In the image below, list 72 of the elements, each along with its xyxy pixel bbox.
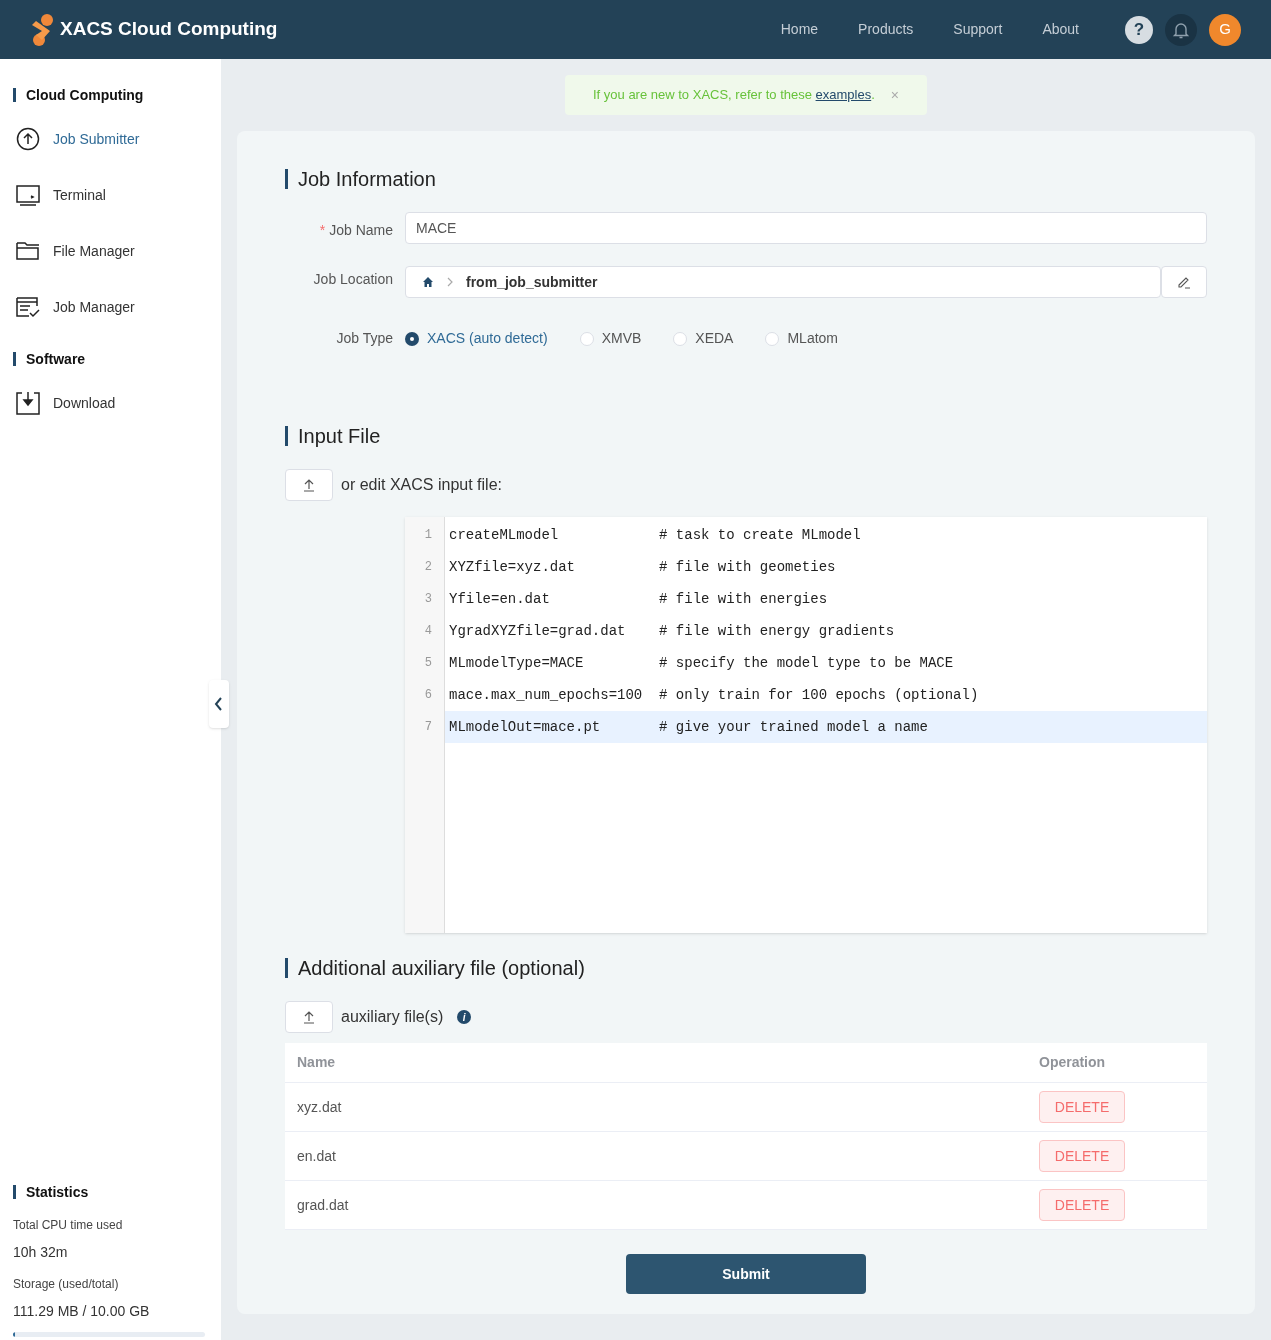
brand-name: XACS Cloud Computing — [60, 17, 278, 42]
stat-value: 10h 32m — [13, 1243, 69, 1262]
line-number: 4 — [423, 623, 433, 640]
line-number: 1 — [423, 527, 433, 544]
notice-text: If you are new to XACS, refer to these examples. — [593, 86, 875, 105]
nav-link[interactable]: Products — [858, 19, 914, 40]
stat-label: Total CPU time used — [13, 1217, 124, 1234]
nav-link[interactable]: Home — [780, 19, 819, 40]
line-number: 5 — [423, 655, 433, 672]
edit-button[interactable] — [1161, 266, 1207, 298]
sidebar-item[interactable]: Download — [13, 375, 208, 431]
code-line: XYZfile=xyz.dat # file with geometies — [448, 558, 837, 577]
job-type-radio[interactable]: XMVB — [579, 328, 642, 349]
upload-icon — [302, 1010, 316, 1024]
submit-button[interactable]: Submit — [626, 1254, 866, 1294]
line-number: 6 — [423, 687, 433, 704]
upload-circle-icon — [16, 127, 40, 151]
sidebar-item[interactable]: File Manager — [13, 223, 208, 279]
section-title: Additional auxiliary file (optional) — [298, 956, 585, 981]
code-line: Yfile=en.dat # file with energies — [448, 590, 829, 609]
info-icon: i — [457, 1010, 472, 1024]
line-number: 2 — [423, 559, 433, 576]
field-label: Job Location — [312, 270, 393, 289]
job-type-radio[interactable]: MLatom — [765, 328, 838, 349]
location-field[interactable]: from_job_submitter — [405, 266, 1161, 298]
upload-icon — [302, 478, 316, 492]
home-icon — [422, 276, 434, 288]
folder-icon — [16, 239, 40, 263]
job-type-radio[interactable]: XEDA — [673, 328, 734, 349]
monitor-icon — [16, 183, 40, 207]
job-name-field[interactable]: MACE — [405, 212, 1207, 244]
table-cell-text: en.dat — [297, 1146, 337, 1166]
table-cell-text: xyz.dat — [297, 1097, 343, 1117]
line-number: 3 — [423, 591, 433, 608]
sidebar-heading: Software — [26, 349, 86, 369]
location-path: from_job_submitter — [466, 272, 598, 292]
upload-button[interactable] — [285, 1001, 333, 1033]
upload-button[interactable] — [285, 469, 333, 501]
sidebar-item[interactable]: Job Submitter — [13, 111, 208, 167]
notifications-button[interactable] — [1165, 13, 1197, 46]
job-type-radio[interactable]: XACS (auto detect) — [405, 328, 548, 349]
code-line: createMLmodel # task to create MLmodel — [448, 526, 862, 545]
table-cell-text: grad.dat — [297, 1195, 350, 1215]
pencil-icon — [1177, 275, 1191, 289]
stat-value: 111.29 MB / 10.00 GB — [13, 1302, 151, 1321]
sidebar-item[interactable]: Job Manager — [13, 279, 208, 335]
field-label: Job Type — [335, 329, 393, 348]
logo-icon — [30, 12, 56, 47]
line-number: 7 — [423, 719, 433, 736]
nav-link[interactable]: Support — [953, 19, 1003, 40]
column-header: Name — [297, 1053, 337, 1072]
sidebar-heading: Cloud Computing — [26, 85, 144, 105]
code-line: mace.max_num_epochs=100 # only train for 100 epochs (optional) — [448, 686, 980, 705]
help-button[interactable]: ? — [1125, 15, 1153, 44]
nav-link[interactable]: About — [1042, 19, 1079, 40]
chevron-right-icon — [446, 277, 454, 287]
sidebar-item[interactable]: Terminal — [13, 167, 208, 223]
sidebar-heading: Statistics — [26, 1182, 89, 1202]
upload-label: auxiliary file(s) — [341, 1007, 444, 1027]
field-label: * Job Name — [318, 221, 393, 240]
code-line: YgradXYZfile=grad.dat # file with energy gradients — [448, 622, 896, 641]
chevron-left-icon — [213, 697, 225, 711]
stat-label: Storage (used/total) — [13, 1276, 120, 1293]
checklist-icon — [16, 295, 40, 319]
code-line: MLmodelType=MACE # specify the model type to be MACE — [448, 654, 955, 673]
section-title: Job Information — [298, 167, 436, 192]
download-icon — [16, 391, 40, 415]
column-header: Operation — [1039, 1053, 1107, 1072]
code-editor[interactable] — [405, 517, 1207, 933]
collapse-button[interactable] — [209, 680, 229, 728]
section-title: Input File — [298, 424, 381, 449]
upload-label: or edit XACS input file: — [341, 475, 502, 495]
